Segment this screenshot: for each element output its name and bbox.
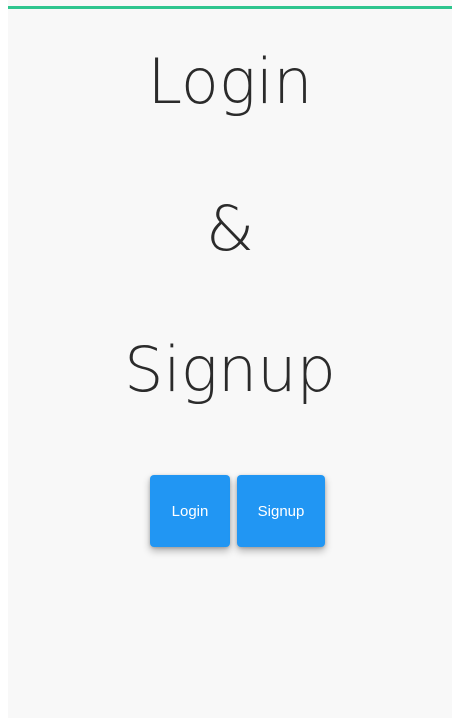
app-screen: Login & Signup Login Signup [8,0,452,718]
top-accent-bar [8,6,452,9]
title-login: Login [147,45,313,118]
signup-button[interactable]: Signup [237,475,325,547]
title-ampersand: & [205,192,255,265]
title-signup: Signup [124,333,336,406]
login-button[interactable]: Login [150,475,230,547]
auth-button-group: Login Signup [150,475,326,547]
